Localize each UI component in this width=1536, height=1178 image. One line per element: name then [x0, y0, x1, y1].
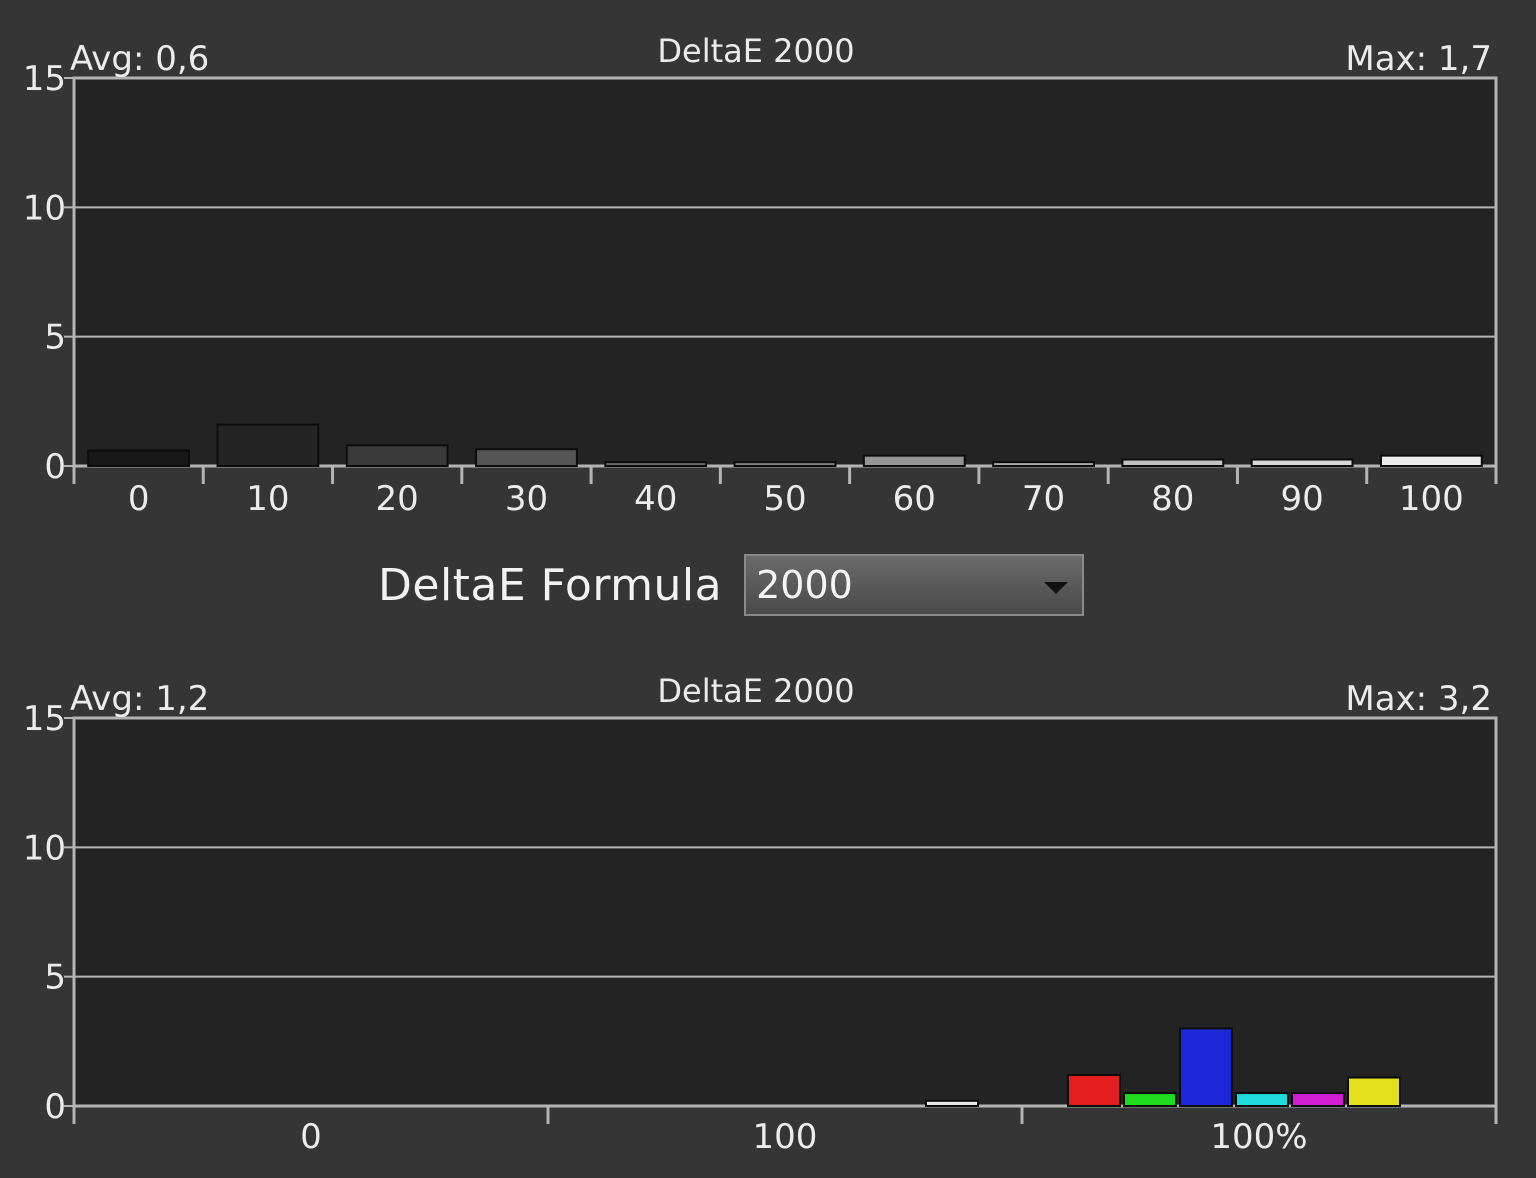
x-tick-label: 0: [128, 479, 150, 519]
bar-group-2-5: [1347, 1076, 1401, 1107]
bar-90: [1250, 458, 1354, 467]
x-tick-label: 50: [763, 479, 806, 519]
deltae-formula-value: 2000: [756, 563, 853, 607]
y-tick-label: 10: [23, 828, 66, 868]
y-tick-label: 10: [23, 188, 66, 228]
y-tick-label: 5: [44, 318, 66, 358]
bar-40: [604, 461, 708, 467]
x-tick-label: 100: [1399, 479, 1464, 519]
x-tick-label: 60: [893, 479, 936, 519]
bar-20: [345, 444, 449, 468]
y-tick-label: 0: [44, 1087, 66, 1127]
x-group-label: 100%: [1210, 1117, 1307, 1157]
bar-60: [862, 454, 966, 467]
x-tick-label: 30: [505, 479, 548, 519]
bar-group-1-0: [925, 1099, 979, 1107]
deltae-formula-control: DeltaE Formula 2000: [378, 553, 1085, 617]
x-tick-label: 90: [1280, 479, 1323, 519]
y-tick-label: 5: [44, 958, 66, 998]
plot-area: [72, 76, 1498, 468]
x-tick-label: 80: [1151, 479, 1194, 519]
x-group-label: 0: [300, 1117, 322, 1157]
bar-100: [1379, 454, 1483, 467]
bar-group-2-1: [1123, 1092, 1177, 1108]
bar-30: [475, 448, 578, 468]
chevron-down-icon[interactable]: [1044, 582, 1069, 594]
x-group-label: 100: [753, 1117, 818, 1157]
grayscale-deltae-chart: 0 5 10 15 Avg: 0,6 DeltaE 2000 Max: 1,7 0 10 20 30…: [23, 32, 1498, 519]
y-tick-label: 15: [23, 699, 66, 739]
y-tick-label: 0: [44, 447, 66, 487]
avg-label: Avg: 1,2: [70, 679, 209, 719]
deltae-formula-label: DeltaE Formula: [378, 559, 723, 611]
x-tick-label: 10: [246, 479, 289, 519]
x-tick-label: 40: [634, 479, 677, 519]
x-tick-label: 20: [376, 479, 419, 519]
deltae-formula-dropdown[interactable]: 2000: [744, 554, 1085, 616]
chart-title: DeltaE 2000: [657, 32, 854, 70]
max-label: Max: 3,2: [1345, 679, 1492, 719]
y-tick-label: 15: [23, 59, 66, 99]
colorchecker-deltae-chart: 0 5 10 15 Avg: 1,2 DeltaE 2000 Max: 3,2 0 100 100…: [23, 672, 1498, 1157]
x-tick-label: 70: [1022, 479, 1065, 519]
avg-label: Avg: 0,6: [70, 39, 209, 79]
bar-70: [992, 461, 1095, 467]
bar-80: [1121, 458, 1225, 467]
chart-title: DeltaE 2000: [657, 672, 854, 710]
bar-10: [216, 423, 320, 468]
bar-group-2-3: [1235, 1092, 1289, 1108]
bar-0: [87, 449, 191, 468]
bar-group-2-0: [1067, 1073, 1121, 1107]
max-label: Max: 1,7: [1345, 39, 1492, 79]
bar-group-2-4: [1291, 1092, 1345, 1108]
plot-area: [72, 716, 1498, 1108]
bar-50: [733, 461, 837, 467]
bar-group-2-2: [1179, 1027, 1233, 1107]
